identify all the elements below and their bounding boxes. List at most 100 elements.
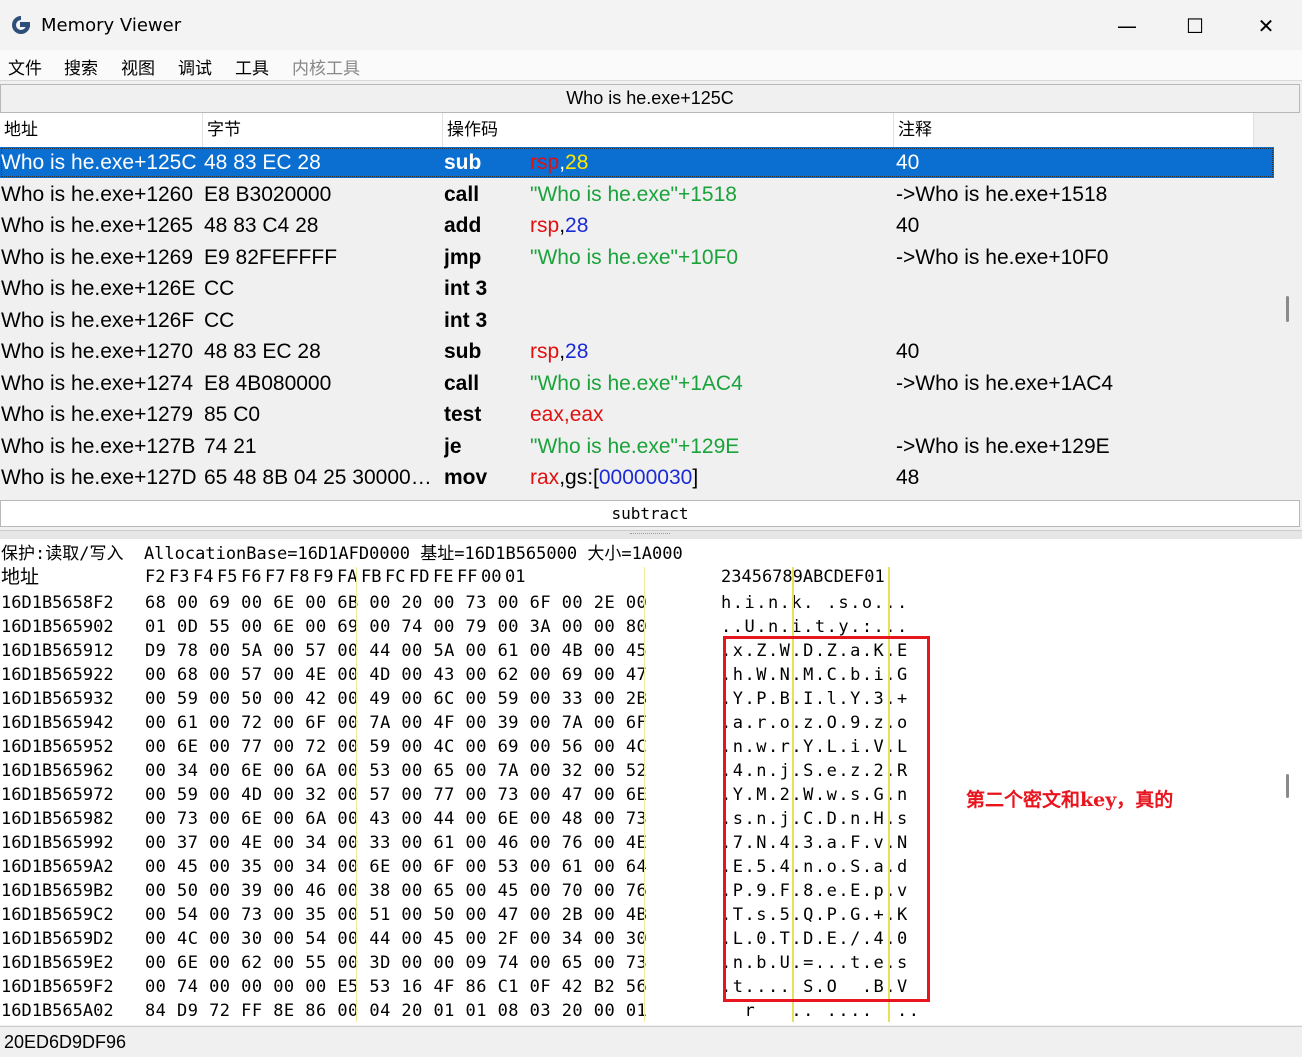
row-address: Who is he.exe+127D [1,466,197,489]
row-mnemonic: call [444,182,480,206]
row-bytes: 85 C0 [204,403,261,426]
disasm-row[interactable]: Who is he.exe+125C 48 83 EC 28 sub rsp,28 40 [0,147,1274,178]
menu-file[interactable]: 文件 [8,54,42,79]
row-mnemonic: int 3 [444,277,488,300]
col-header-bytes[interactable]: 字节 [203,113,443,147]
menu-search[interactable]: 搜索 [64,54,98,79]
row-address: Who is he.exe+127B [1,434,196,458]
hex-row-address: 16D1B565902 [1,617,114,637]
hex-row-bytes: 00 45 00 35 00 34 00 6E 00 6F 00 53 00 6… [145,857,648,877]
hex-header-ascii: 23456789ABCDEF01 [721,567,885,587]
hex-row-bytes: 00 6E 00 77 00 72 00 59 00 4C 00 69 00 5… [145,737,648,757]
disasm-address-bar[interactable]: Who is he.exe+125C [0,84,1300,113]
hex-row-address: 16D1B5659D2 [1,929,114,949]
hex-row-address: 16D1B565922 [1,665,114,685]
maximize-button[interactable]: ☐ [1175,10,1215,42]
hex-header-col: FE [433,567,454,587]
disasm-row[interactable]: Who is he.exe+1269 E9 82FEFFFF jmp "Who is … [0,242,1274,273]
row-operands: "Who is he.exe"+1AC4 [530,368,890,399]
row-mnemonic: int 3 [444,308,488,332]
hex-scrollbar[interactable] [1286,774,1289,798]
menu-view[interactable]: 视图 [121,54,155,79]
disasm-row[interactable]: Who is he.exe+127D 65 48 8B 04 25 300000…… [0,462,1274,493]
operand-token: 00000030 [598,466,693,489]
row-address: Who is he.exe+1269 [1,245,194,269]
menu-debug[interactable]: 调试 [178,54,212,79]
col-header-comment[interactable]: 注释 [894,113,1254,147]
minimize-button[interactable]: — [1107,10,1147,42]
hex-row-address: 16D1B565932 [1,689,114,709]
splitter-grip[interactable] [630,533,670,536]
disasm-row[interactable]: Who is he.exe+126F CC int 3 [0,305,1274,336]
row-operands: rsp,28 [530,336,890,367]
disasm-row[interactable]: Who is he.exe+1274 E8 4B080000 call "Who is… [0,368,1274,399]
hex-row-bytes: 00 54 00 73 00 35 00 51 00 50 00 47 00 2… [145,905,648,925]
status-bar: 20ED6D9DF96 [0,1026,1302,1053]
row-comment: ->Who is he.exe+129E [896,434,1110,458]
hex-row-bytes: 00 61 00 72 00 6F 00 7A 00 4F 00 39 00 7… [145,713,648,733]
row-bytes: CC [204,277,235,300]
col-header-opcode[interactable]: 操作码 [443,113,894,147]
row-address: Who is he.exe+1270 [1,340,194,363]
row-mnemonic: call [444,371,480,395]
col-header-address[interactable]: 地址 [0,113,203,147]
operand-token: 28 [565,151,589,174]
operand-token: rsp [530,340,560,363]
hex-row-address: 16D1B5659A2 [1,857,114,877]
menu-kernel-tools[interactable]: 内核工具 [292,54,360,79]
row-address: Who is he.exe+125C [1,151,197,174]
hex-row-bytes: 00 68 00 57 00 4E 00 4D 00 43 00 62 00 6… [145,665,648,685]
hex-row-address: 16D1B565A02 [1,1001,114,1021]
row-mnemonic: sub [444,151,482,174]
disasm-row[interactable]: Who is he.exe+1279 85 C0 test eax,eax [0,399,1274,430]
row-address: Who is he.exe+1260 [1,182,194,206]
row-address: Who is he.exe+126E [1,277,196,300]
disasm-scrollbar[interactable] [1286,296,1289,322]
disasm-row[interactable]: Who is he.exe+126E CC int 3 [0,273,1274,304]
menu-tools[interactable]: 工具 [235,54,269,79]
row-bytes: CC [204,308,235,332]
row-operands: "Who is he.exe"+1518 [530,179,890,210]
hex-row-bytes: 00 59 00 4D 00 32 00 57 00 77 00 73 00 4… [145,785,648,805]
hex-row-bytes: 00 59 00 50 00 42 00 49 00 6C 00 59 00 3… [145,689,648,709]
operand-token: ,gs:[ [559,466,599,489]
row-comment: ->Who is he.exe+10F0 [896,245,1109,269]
operand-token: rsp [530,151,560,174]
hex-row-ascii: h.i.n.k. .s.o... [721,593,909,613]
hex-header-col: F5 [217,567,238,587]
row-address: Who is he.exe+126F [1,308,195,332]
row-bytes: 48 83 EC 28 [204,151,321,174]
hex-row-address: 16D1B5659B2 [1,881,114,901]
row-comment: ->Who is he.exe+1518 [896,182,1108,206]
row-operands: "Who is he.exe"+10F0 [530,242,890,273]
hex-row-address: 16D1B565942 [1,713,114,733]
operand-token: 28 [565,214,589,237]
instruction-description: subtract [0,500,1300,527]
row-comment: 48 [896,466,920,489]
hex-header-col: 01 [505,567,526,587]
hex-header-col: FA [337,567,358,587]
close-button[interactable]: ✕ [1246,10,1286,42]
cheat-engine-icon [12,16,30,34]
hex-header-col: F6 [241,567,262,587]
operand-token: "Who is he.exe"+1AC4 [530,371,743,395]
operand-token: eax [569,403,604,426]
row-bytes: E8 B3020000 [204,182,332,206]
memory-protection-info: 保护:读取/写入 AllocationBase=16D1AFD0000 基址=1… [1,544,683,564]
row-mnemonic: test [444,403,482,426]
row-mnemonic: sub [444,340,482,363]
disassembly-list[interactable]: Who is he.exe+125C 48 83 EC 28 sub rsp,28 40… [0,147,1274,495]
hex-row-bytes: 68 00 69 00 6E 00 6B 00 20 00 73 00 6F 0… [145,593,648,613]
row-operands: "Who is he.exe"+129E [530,431,890,462]
disasm-row[interactable]: Who is he.exe+1270 48 83 EC 28 sub rsp,28 40 [0,336,1274,367]
disasm-row[interactable]: Who is he.exe+127B 74 21 je "Who is he.exe"… [0,431,1274,462]
row-address: Who is he.exe+1279 [1,403,194,426]
operand-token: "Who is he.exe"+129E [530,434,740,458]
hex-view[interactable]: 保护:读取/写入 AllocationBase=16D1AFD0000 基址=1… [0,539,1302,1025]
disasm-row[interactable]: Who is he.exe+1265 48 83 C4 28 add rsp,28 40 [0,210,1274,241]
menu-bar: 文件 搜索 视图 调试 工具 内核工具 [0,50,1302,81]
hex-header-col: F7 [265,567,286,587]
row-address: Who is he.exe+1265 [1,214,194,237]
disasm-row[interactable]: Who is he.exe+1260 E8 B3020000 call "Who is… [0,179,1274,210]
window-title: Memory Viewer [41,15,182,36]
